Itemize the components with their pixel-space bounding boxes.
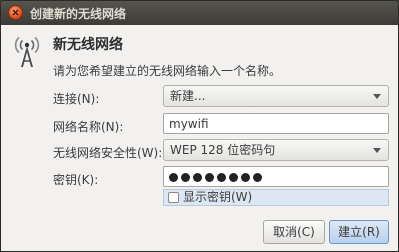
title-bar[interactable]: 创建新的无线网络 (1, 1, 398, 25)
key-mask (169, 170, 262, 184)
key-mask-dot (193, 172, 202, 182)
chevron-down-icon (373, 148, 381, 153)
wireless-antenna-icon (14, 36, 40, 67)
security-value: WEP 128 位密码句 (170, 143, 276, 157)
key-mask-dot (217, 172, 226, 182)
connection-value: 新建... (170, 89, 206, 103)
window-title: 创建新的无线网络 (30, 7, 127, 21)
key-mask-dot (229, 172, 238, 182)
security-dropdown[interactable]: WEP 128 位密码句 (163, 139, 389, 161)
close-icon[interactable] (8, 5, 23, 20)
key-mask-dot (241, 172, 250, 182)
cancel-button[interactable]: 取消(C) (263, 220, 325, 244)
network-name-input[interactable] (163, 113, 389, 134)
key-mask-dot (253, 172, 262, 182)
create-button[interactable]: 建立(R) (329, 220, 389, 244)
dialog-window: 创建新的无线网络 新无线网络 请为您希望建立的无线网络输入一个名称。 连接(N)… (0, 0, 399, 252)
key-mask-dot (205, 172, 214, 182)
security-label: 无线网络安全性(W): (53, 146, 163, 160)
key-mask-dot (169, 172, 178, 182)
show-key-label: 显示密钥(W) (183, 190, 253, 204)
show-key-checkbox[interactable] (168, 192, 179, 203)
key-label: 密钥(K): (53, 173, 99, 187)
show-key-row[interactable]: 显示密钥(W) (163, 189, 389, 206)
network-name-label: 网络名称(N): (53, 120, 124, 134)
connection-dropdown[interactable]: 新建... (163, 85, 389, 107)
dialog-description: 请为您希望建立的无线网络输入一个名称。 (53, 64, 282, 78)
connection-label: 连接(N): (53, 92, 100, 106)
dialog-heading: 新无线网络 (53, 37, 123, 53)
key-mask-dot (181, 172, 190, 182)
chevron-down-icon (373, 94, 381, 99)
